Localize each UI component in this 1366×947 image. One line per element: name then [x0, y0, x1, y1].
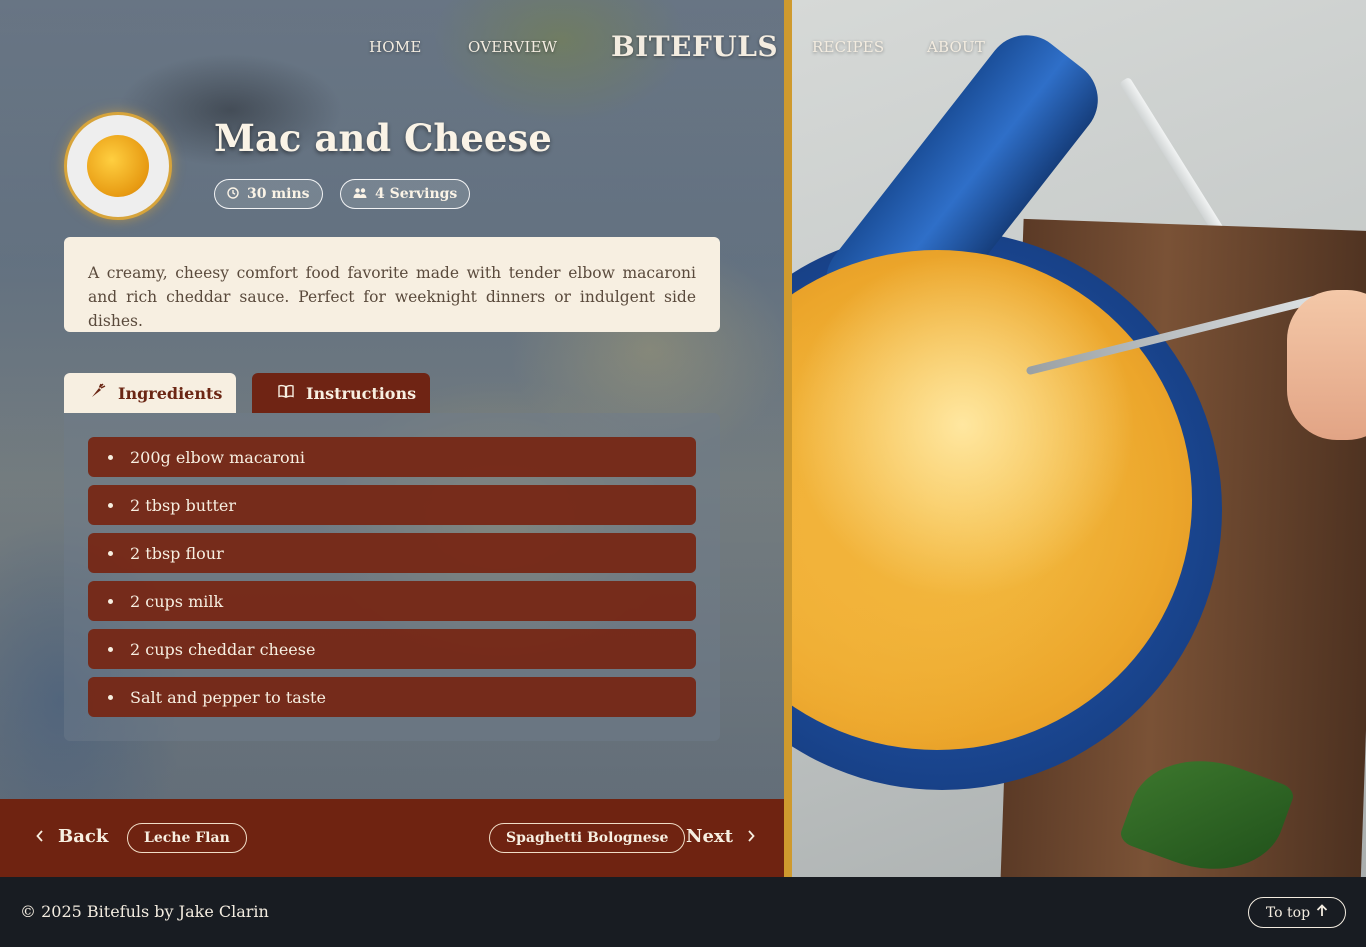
clock-icon	[227, 186, 239, 202]
next-link[interactable]: Next	[686, 826, 755, 847]
chevron-left-icon	[36, 826, 44, 847]
tab-instructions[interactable]: Instructions	[252, 373, 430, 413]
ingredient-text: Salt and pepper to taste	[130, 687, 326, 707]
recipe-photo	[792, 0, 1366, 877]
servings-label: 4 Servings	[375, 186, 458, 202]
servings-chip: 4 Servings	[340, 179, 471, 209]
list-item: 2 tbsp butter	[88, 485, 696, 525]
next-label: Next	[686, 826, 733, 847]
hero-panel: Mac and Cheese 30 mins 4 Servings A crea…	[0, 0, 784, 877]
recipe-description: A creamy, cheesy comfort food favorite m…	[64, 237, 720, 332]
list-item: 200g elbow macaroni	[88, 437, 696, 477]
back-link[interactable]: Back	[36, 826, 108, 847]
users-icon	[353, 187, 367, 202]
to-top-label: To top	[1265, 904, 1311, 921]
nav-recipes[interactable]: RECIPES	[812, 38, 884, 56]
ingredient-text: 2 cups milk	[130, 591, 224, 611]
ingredient-text: 2 cups cheddar cheese	[130, 639, 316, 659]
brand-logo[interactable]: BITEFULS	[611, 30, 778, 63]
recipe-thumbnail	[64, 112, 172, 220]
book-icon	[278, 384, 294, 402]
tab-ingredients[interactable]: Ingredients	[64, 373, 236, 413]
nav-home[interactable]: HOME	[369, 38, 422, 56]
ingredients-list: 200g elbow macaroni 2 tbsp butter 2 tbsp…	[64, 413, 720, 741]
ingredient-text: 2 tbsp flour	[130, 543, 224, 563]
list-item: 2 cups cheddar cheese	[88, 629, 696, 669]
recipe-pager: Back Leche Flan Spaghetti Bolognese Next	[0, 799, 784, 877]
chevron-right-icon	[747, 826, 755, 847]
time-label: 30 mins	[247, 186, 310, 202]
next-recipe-button[interactable]: Spaghetti Bolognese	[489, 823, 686, 853]
list-item: Salt and pepper to taste	[88, 677, 696, 717]
ingredient-text: 200g elbow macaroni	[130, 447, 306, 467]
time-chip: 30 mins	[214, 179, 323, 209]
back-label: Back	[58, 826, 109, 847]
copyright-text: © 2025 Bitefuls by Jake Clarin	[20, 902, 269, 921]
ingredient-text: 2 tbsp butter	[130, 495, 236, 515]
tab-instructions-label: Instructions	[306, 383, 417, 403]
list-item: 2 cups milk	[88, 581, 696, 621]
arrow-up-icon	[1316, 904, 1328, 921]
tab-ingredients-label: Ingredients	[118, 383, 223, 403]
nav-about[interactable]: ABOUT	[927, 38, 985, 56]
carrot-icon	[90, 383, 106, 403]
to-top-button[interactable]: To top	[1248, 897, 1346, 928]
list-item: 2 tbsp flour	[88, 533, 696, 573]
main-nav: HOME OVERVIEW BITEFULS RECIPES ABOUT	[0, 30, 1366, 64]
recipe-title: Mac and Cheese	[214, 116, 552, 160]
gold-divider	[784, 0, 792, 877]
nav-overview[interactable]: OVERVIEW	[468, 38, 557, 56]
footer: © 2025 Bitefuls by Jake Clarin To top	[0, 877, 1366, 947]
prev-recipe-button[interactable]: Leche Flan	[127, 823, 247, 853]
